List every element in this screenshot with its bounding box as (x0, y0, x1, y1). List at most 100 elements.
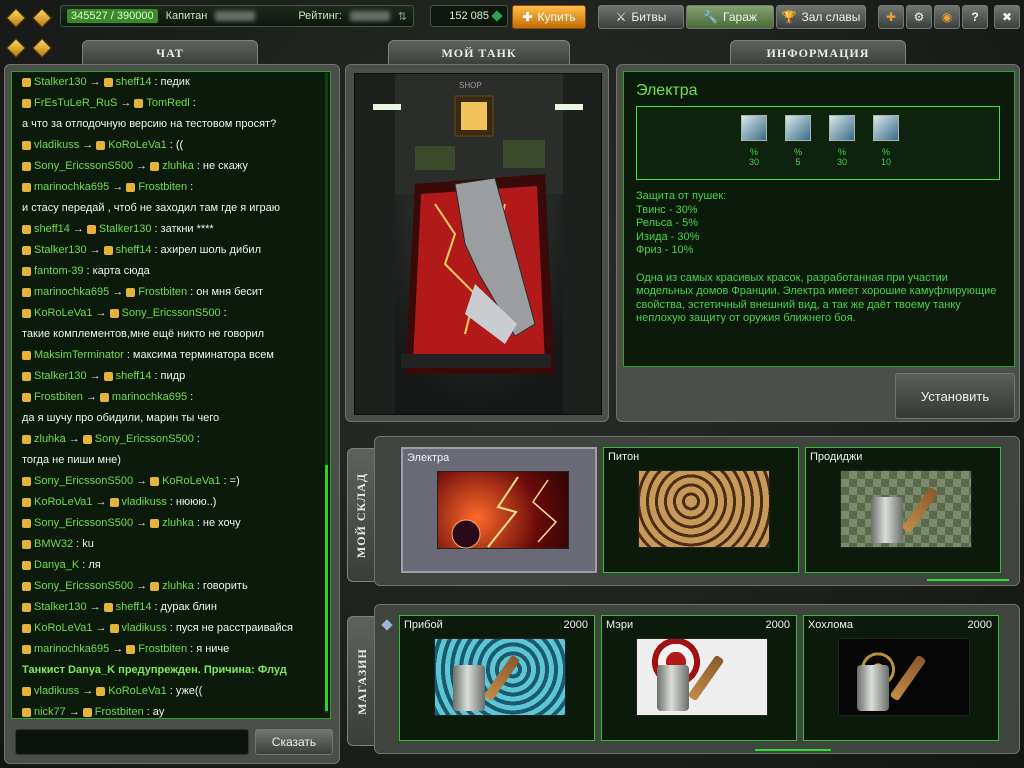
sender-name[interactable]: KoRoLeVa1 (34, 303, 93, 324)
recipient-name[interactable]: zluhka (162, 513, 194, 534)
help-button[interactable]: ? (962, 5, 988, 29)
sound-button[interactable]: ◉ (934, 5, 960, 29)
recipient-name[interactable]: vladikuss (122, 492, 167, 513)
chat-message: Stalker130 → sheff14: пидр (22, 366, 320, 387)
tab-chat-label: ЧАТ (156, 46, 184, 60)
rank-icon (103, 78, 113, 87)
sender-name[interactable]: KoRoLeVa1 (34, 492, 93, 513)
sender-name[interactable]: vladikuss (34, 135, 79, 156)
garage-label: Гараж (723, 10, 757, 24)
message-text: он мня бесит (196, 286, 264, 298)
install-button[interactable]: Установить (895, 373, 1015, 419)
rank-icon (22, 477, 31, 486)
rank-icon (22, 687, 31, 696)
add-friend-button[interactable]: ✚ (878, 5, 904, 29)
recipient-name[interactable]: sheff14 (116, 240, 152, 261)
message-colon: : (154, 244, 158, 256)
say-button[interactable]: Сказать (255, 729, 333, 755)
settings-button[interactable]: ⚙ (906, 5, 932, 29)
recipient-name[interactable]: KoRoLeVa1 (108, 681, 167, 702)
shop-scrollbar[interactable] (755, 749, 831, 751)
message-text: тогда не пиши мне) (22, 454, 121, 466)
message-colon: : (154, 370, 158, 382)
chat-message: и стасу передай , чтоб не заходил там гд… (22, 198, 320, 219)
sender-name[interactable]: zluhka (34, 429, 66, 450)
rank-icon (126, 288, 136, 297)
sender-name[interactable]: nick77 (34, 702, 66, 718)
close-button[interactable]: ✖ (994, 5, 1020, 29)
sender-name[interactable]: FrEsTuLeR_RuS (34, 93, 117, 114)
sender-name[interactable]: Frostbiten (34, 387, 83, 408)
recipient-name[interactable]: Stalker130 (99, 219, 152, 240)
recipient-name[interactable]: vladikuss (122, 618, 167, 639)
sender-name[interactable]: marinochka695 (34, 282, 109, 303)
recipient-name[interactable]: sheff14 (116, 597, 152, 618)
sender-name[interactable]: marinochka695 (34, 177, 109, 198)
rank-icon (82, 435, 92, 444)
rank-icon (22, 561, 31, 570)
buy-button[interactable]: ✚ Купить (512, 5, 586, 29)
sender-name[interactable]: Danya_K (34, 555, 79, 576)
chat-log[interactable]: Stalker130 → sheff14: педик FrEsTuLeR_RuS → To… (11, 71, 331, 719)
tank-preview[interactable]: SHOP (354, 73, 602, 415)
recipient-name[interactable]: Sony_EricssonS500 (95, 429, 194, 450)
recipient-name[interactable]: Frostbiten (138, 639, 187, 660)
recipient-name[interactable]: Frostbiten (138, 282, 187, 303)
recipient-name[interactable]: zluhka (162, 576, 194, 597)
chat-scrollbar-thumb[interactable] (325, 465, 328, 711)
recipient-name[interactable]: Frostbiten (138, 177, 187, 198)
warehouse-item[interactable]: Питон (603, 447, 799, 573)
garage-button[interactable]: 🔧 Гараж (686, 5, 774, 29)
sender-name[interactable]: Sony_EricssonS500 (34, 513, 133, 534)
shop-item[interactable]: Прибой 2000 (399, 615, 595, 741)
message-colon: : (82, 559, 86, 571)
message-text: ku (82, 538, 94, 550)
chat-message: Danya_K: ля (22, 555, 320, 576)
arrow-icon: → (89, 601, 101, 613)
sender-name[interactable]: Stalker130 (34, 597, 87, 618)
sender-name[interactable]: Sony_EricssonS500 (34, 156, 133, 177)
warehouse-scrollbar[interactable] (927, 579, 1009, 581)
recipient-name[interactable]: sheff14 (116, 366, 152, 387)
recipient-name[interactable]: KoRoLeVa1 (162, 471, 221, 492)
recipient-name[interactable]: Sony_EricssonS500 (122, 303, 221, 324)
sender-name[interactable]: Sony_EricssonS500 (34, 471, 133, 492)
recipient-name[interactable]: TomRedl (146, 93, 189, 114)
sender-name[interactable]: BMW32 (34, 534, 73, 555)
recipient-name[interactable]: Frostbiten (95, 702, 144, 718)
isida-icon (829, 115, 855, 141)
battles-button[interactable]: ⚔ Битвы (598, 5, 684, 29)
tab-chat: ЧАТ (82, 40, 258, 66)
sender-name[interactable]: Stalker130 (34, 366, 87, 387)
sender-name[interactable]: marinochka695 (34, 639, 109, 660)
arrow-icon: → (136, 517, 148, 529)
recipient-name[interactable]: sheff14 (116, 72, 152, 93)
sender-name[interactable]: Stalker130 (34, 72, 87, 93)
chat-message: Танкист Danya_K предупрежден. Причина: Ф… (22, 660, 320, 681)
recipient-name[interactable]: zluhka (162, 156, 194, 177)
rating-trend-icon: ⇅ (397, 10, 407, 23)
recipient-name[interactable]: KoRoLeVa1 (108, 135, 167, 156)
recipient-name[interactable]: marinochka695 (112, 387, 187, 408)
warehouse-label: МОЙ СКЛАД (354, 472, 369, 558)
shop-item[interactable]: Мэри 2000 (601, 615, 797, 741)
protection-percent-sign: % (881, 147, 890, 157)
sender-name[interactable]: vladikuss (34, 681, 79, 702)
sender-name[interactable]: Sony_EricssonS500 (34, 576, 133, 597)
hall-of-fame-button[interactable]: 🏆 Зал славы (776, 5, 866, 29)
shop-item[interactable]: Хохлома 2000 (803, 615, 999, 741)
warehouse-item[interactable]: Продиджи (805, 447, 1001, 573)
shop-panel: Прибой 2000 Мэри 2000 Хохлома 2000 (374, 604, 1020, 754)
rank-label: Капитан (165, 10, 208, 22)
sender-name[interactable]: fantom-39 (34, 261, 84, 282)
sender-name[interactable]: MaksimTerminator (34, 345, 124, 366)
chat-input[interactable] (15, 729, 249, 755)
sender-name[interactable]: KoRoLeVa1 (34, 618, 93, 639)
rank-icon (22, 603, 31, 612)
sender-name[interactable]: sheff14 (34, 219, 70, 240)
chat-message: MaksimTerminator: максима терминатора все… (22, 345, 320, 366)
rank-icon (22, 78, 31, 87)
tank-panel: SHOP (345, 64, 609, 422)
sender-name[interactable]: Stalker130 (34, 240, 87, 261)
warehouse-item[interactable]: Электра (401, 447, 597, 573)
